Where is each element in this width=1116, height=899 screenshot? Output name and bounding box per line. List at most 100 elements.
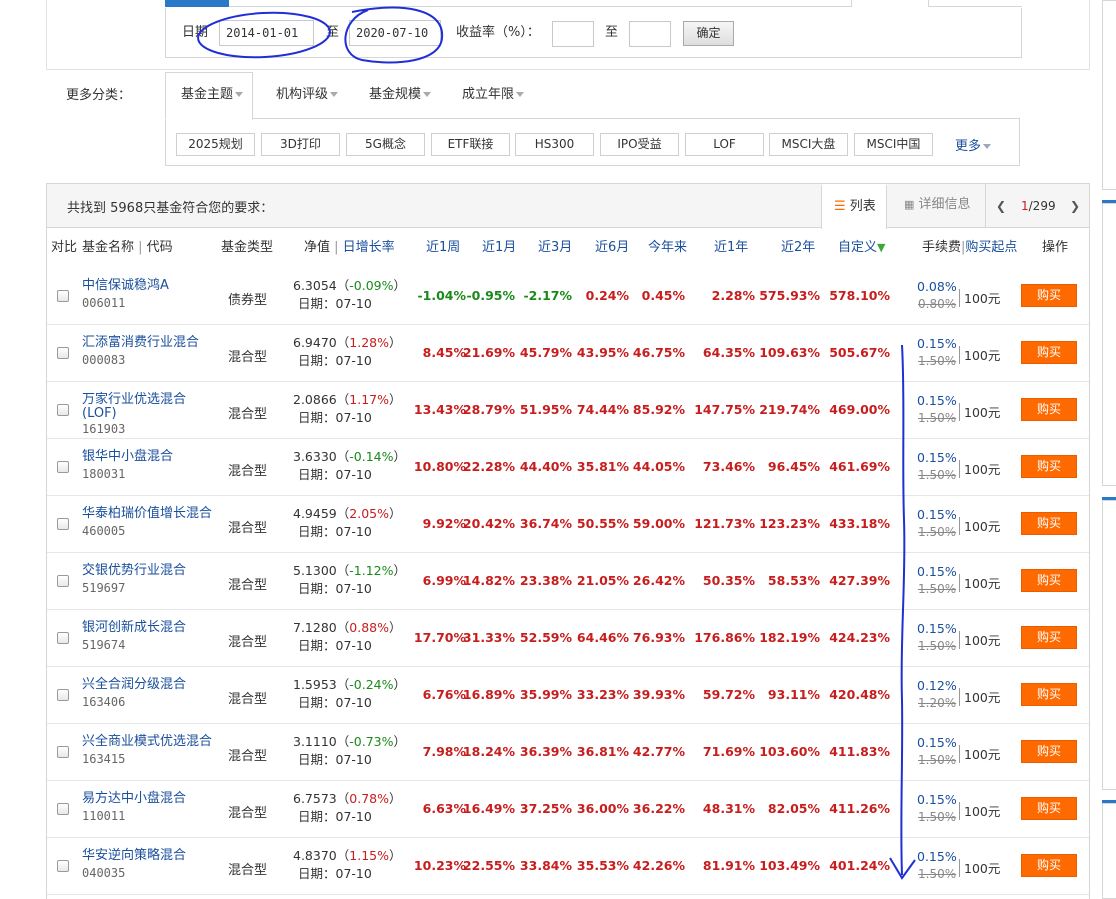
col-nav[interactable]: 净值 | 日增长率 <box>304 239 395 257</box>
compare-checkbox[interactable] <box>57 404 69 416</box>
tag-item[interactable]: IPO受益 <box>600 133 679 156</box>
col-1month[interactable]: 近1月 <box>482 239 516 257</box>
fund-code: 110011 <box>82 809 126 823</box>
fund-type: 混合型 <box>228 521 268 536</box>
fund-name-link[interactable]: 汇添富消费行业混合 <box>82 335 199 351</box>
min-purchase: 100元 <box>964 690 1001 705</box>
fund-code: 163406 <box>82 695 126 709</box>
compare-checkbox[interactable] <box>57 746 69 758</box>
compare-checkbox[interactable] <box>57 803 69 815</box>
col-2year[interactable]: 近2年 <box>781 239 815 257</box>
more-tags-link[interactable]: 更多 <box>955 135 992 154</box>
table-row: 中信保诚稳鸿A 006011 债券型 6.3054（-0.09%） 日期：07-10 -1… <box>47 268 1089 325</box>
tag-item[interactable]: LOF <box>685 133 764 156</box>
compare-checkbox[interactable] <box>57 860 69 872</box>
fee-discounted: 0.15% <box>917 564 957 579</box>
date-from-input[interactable]: 2014-01-01 <box>219 20 314 46</box>
col-1year[interactable]: 近1年 <box>714 239 748 257</box>
tag-item[interactable]: ETF联接 <box>431 133 510 156</box>
buy-button[interactable]: 购买 <box>1021 398 1077 421</box>
return-custom: 427.39% <box>829 573 890 588</box>
tag-item[interactable]: MSCI中国 <box>854 133 933 156</box>
tab-fund-size[interactable]: 基金规模 <box>369 87 432 103</box>
col-1week[interactable]: 近1周 <box>426 239 460 257</box>
tab-detail-view[interactable]: ▦ 详细信息 <box>892 184 982 228</box>
fee-original: 1.50% <box>918 582 957 596</box>
return-custom: 420.48% <box>829 687 890 702</box>
fund-name-link[interactable]: 中信保诚稳鸿A <box>82 278 169 294</box>
fund-name-link[interactable]: 银华中小盘混合 <box>82 449 173 465</box>
compare-checkbox[interactable] <box>57 290 69 302</box>
fee-original: 0.80% <box>918 297 957 311</box>
date-to-input[interactable]: 2020-07-10 <box>349 20 441 46</box>
fund-name-link[interactable]: 银河创新成长混合 <box>82 620 186 636</box>
fund-type: 混合型 <box>228 635 268 650</box>
return-y1: 147.75% <box>694 402 755 417</box>
confirm-button[interactable]: 确定 <box>683 21 734 46</box>
nav-date: 日期：07-10 <box>298 467 372 482</box>
tab-fund-age[interactable]: 成立年限 <box>462 87 525 103</box>
nav-value: 4.9459（2.05%） <box>293 506 402 521</box>
buy-button[interactable]: 购买 <box>1021 797 1077 820</box>
min-purchase: 100元 <box>964 405 1001 420</box>
col-custom[interactable]: 自定义▼ <box>838 239 885 257</box>
sort-desc-icon: ▼ <box>877 241 886 254</box>
fund-name-link[interactable]: 华泰柏瑞价值增长混合 <box>82 506 212 522</box>
active-top-tab[interactable] <box>165 0 229 7</box>
total-pages: /299 <box>1028 199 1056 213</box>
compare-checkbox[interactable] <box>57 347 69 359</box>
tag-item[interactable]: 3D打印 <box>261 133 340 156</box>
buy-button[interactable]: 购买 <box>1021 683 1077 706</box>
fee-original: 1.50% <box>918 639 957 653</box>
results-header: 共找到 5968只基金符合您的要求： ☰ 列表 ▦ 详细信息 ❮ 1/299 ❯ <box>47 184 1089 229</box>
daily-change: -0.24% <box>349 677 394 692</box>
buy-button[interactable]: 购买 <box>1021 740 1077 763</box>
col-3month[interactable]: 近3月 <box>538 239 572 257</box>
fund-name-link[interactable]: 华安逆向策略混合 <box>82 848 186 864</box>
prev-page-icon[interactable]: ❮ <box>996 184 1006 228</box>
return-custom: 411.83% <box>829 744 890 759</box>
tag-item[interactable]: HS300 <box>515 133 594 156</box>
next-page-icon[interactable]: ❯ <box>1070 184 1080 228</box>
tab-fund-theme-label[interactable]: 基金主题 <box>181 87 244 103</box>
daily-change: 2.05% <box>349 506 389 521</box>
tag-item[interactable]: 2025规划 <box>176 133 255 156</box>
nav-date: 日期：07-10 <box>298 296 372 311</box>
fund-name-link[interactable]: 交银优势行业混合 <box>82 563 186 579</box>
buy-button[interactable]: 购买 <box>1021 455 1077 478</box>
table-row: 华安逆向策略混合 040035 混合型 4.8370（1.15%） 日期：07-10 10… <box>47 838 1089 895</box>
compare-checkbox[interactable] <box>57 632 69 644</box>
buy-button[interactable]: 购买 <box>1021 284 1077 307</box>
nav-date: 日期：07-10 <box>298 524 372 539</box>
tag-item[interactable]: MSCI大盘 <box>769 133 848 156</box>
compare-checkbox[interactable] <box>57 689 69 701</box>
fund-name-link[interactable]: 易方达中小盘混合 <box>82 791 186 807</box>
buy-button[interactable]: 购买 <box>1021 569 1077 592</box>
daily-change: 1.17% <box>349 392 389 407</box>
daily-change: 0.88% <box>349 620 389 635</box>
buy-button[interactable]: 购买 <box>1021 854 1077 877</box>
col-name[interactable]: 基金名称 | 代码 <box>82 239 173 257</box>
col-ytd[interactable]: 今年来 <box>648 239 687 257</box>
daily-change: -1.12% <box>349 563 394 578</box>
compare-checkbox[interactable] <box>57 575 69 587</box>
buy-button[interactable]: 购买 <box>1021 626 1077 649</box>
fund-name-link-line2[interactable]: (LOF) <box>82 406 117 422</box>
tag-item[interactable]: 5G概念 <box>346 133 425 156</box>
compare-checkbox[interactable] <box>57 518 69 530</box>
col-6month[interactable]: 近6月 <box>595 239 629 257</box>
fund-type: 混合型 <box>228 863 268 878</box>
fund-type: 混合型 <box>228 749 268 764</box>
tab-list-view[interactable]: ☰ 列表 <box>821 184 887 229</box>
tab-agency-rating[interactable]: 机构评级 <box>276 87 339 103</box>
nav-value: 3.1110（-0.73%） <box>293 734 407 749</box>
fund-name-link[interactable]: 兴全合润分级混合 <box>82 677 186 693</box>
compare-checkbox[interactable] <box>57 461 69 473</box>
yield-to-input[interactable] <box>629 21 671 47</box>
yield-from-input[interactable] <box>552 21 594 47</box>
buy-button[interactable]: 购买 <box>1021 512 1077 535</box>
min-purchase: 100元 <box>964 633 1001 648</box>
return-y2: 109.63% <box>759 345 820 360</box>
fund-name-link[interactable]: 兴全商业模式优选混合 <box>82 734 212 750</box>
buy-button[interactable]: 购买 <box>1021 341 1077 364</box>
